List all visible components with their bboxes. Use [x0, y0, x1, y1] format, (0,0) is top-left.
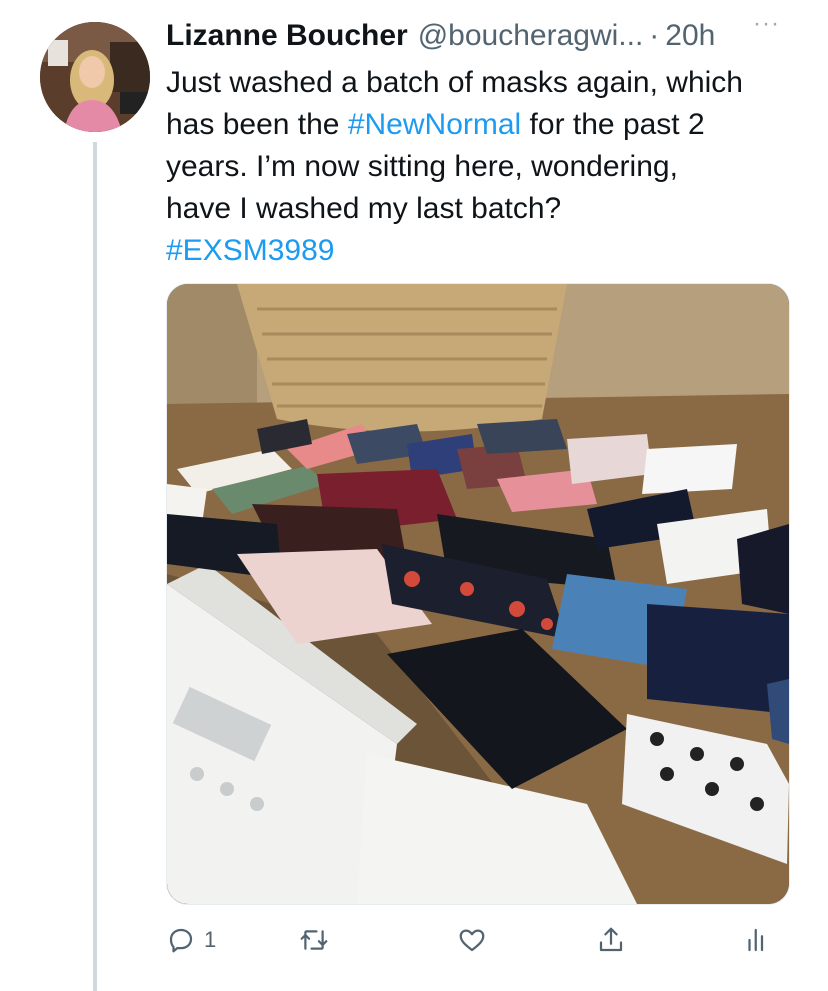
retweet-button[interactable]: [298, 918, 330, 962]
separator-dot: ·: [649, 19, 660, 52]
retweet-icon: [298, 925, 330, 955]
tweet[interactable]: Lizanne Boucher @boucheragwi... · 20h ··…: [0, 0, 828, 991]
author-name[interactable]: Lizanne Boucher: [166, 14, 408, 58]
tweet-line-1: Just washed a batch of masks again, whic…: [166, 66, 743, 99]
heart-icon: [456, 925, 488, 955]
tweet-line-2: has been the #NewNormal for the past 2: [166, 104, 806, 146]
analytics-icon: [742, 925, 772, 955]
tweet-text-fragment: has been the: [166, 108, 348, 141]
tweet-line-3: years. I’m now sitting here, wondering,: [166, 150, 678, 183]
tweet-text: Just washed a batch of masks again, whic…: [166, 62, 806, 272]
reply-button[interactable]: 1: [166, 918, 216, 962]
share-icon: [596, 925, 626, 955]
thread-line: [93, 142, 97, 991]
more-options-icon[interactable]: ···: [753, 10, 780, 38]
hashtag-exsm3989[interactable]: #EXSM3989: [166, 230, 806, 272]
masks-photo: [167, 284, 789, 904]
reply-count: 1: [204, 927, 217, 952]
author-handle[interactable]: @boucheragwi...: [418, 14, 644, 58]
timestamp[interactable]: 20h: [665, 14, 715, 58]
reply-icon: [166, 925, 196, 955]
analytics-button[interactable]: [742, 918, 772, 962]
like-button[interactable]: [456, 918, 488, 962]
hashtag-newnormal[interactable]: #NewNormal: [348, 108, 521, 141]
tweet-line-4: have I washed my last batch?: [166, 192, 562, 225]
tweet-photo[interactable]: [166, 283, 790, 905]
tweet-actions: 1: [166, 918, 776, 962]
avatar-photo: [40, 22, 150, 132]
tweet-header: Lizanne Boucher @boucheragwi... · 20h: [166, 14, 806, 58]
avatar[interactable]: [40, 22, 150, 132]
tweet-text-fragment: for the past 2: [521, 108, 705, 141]
share-button[interactable]: [596, 918, 626, 962]
